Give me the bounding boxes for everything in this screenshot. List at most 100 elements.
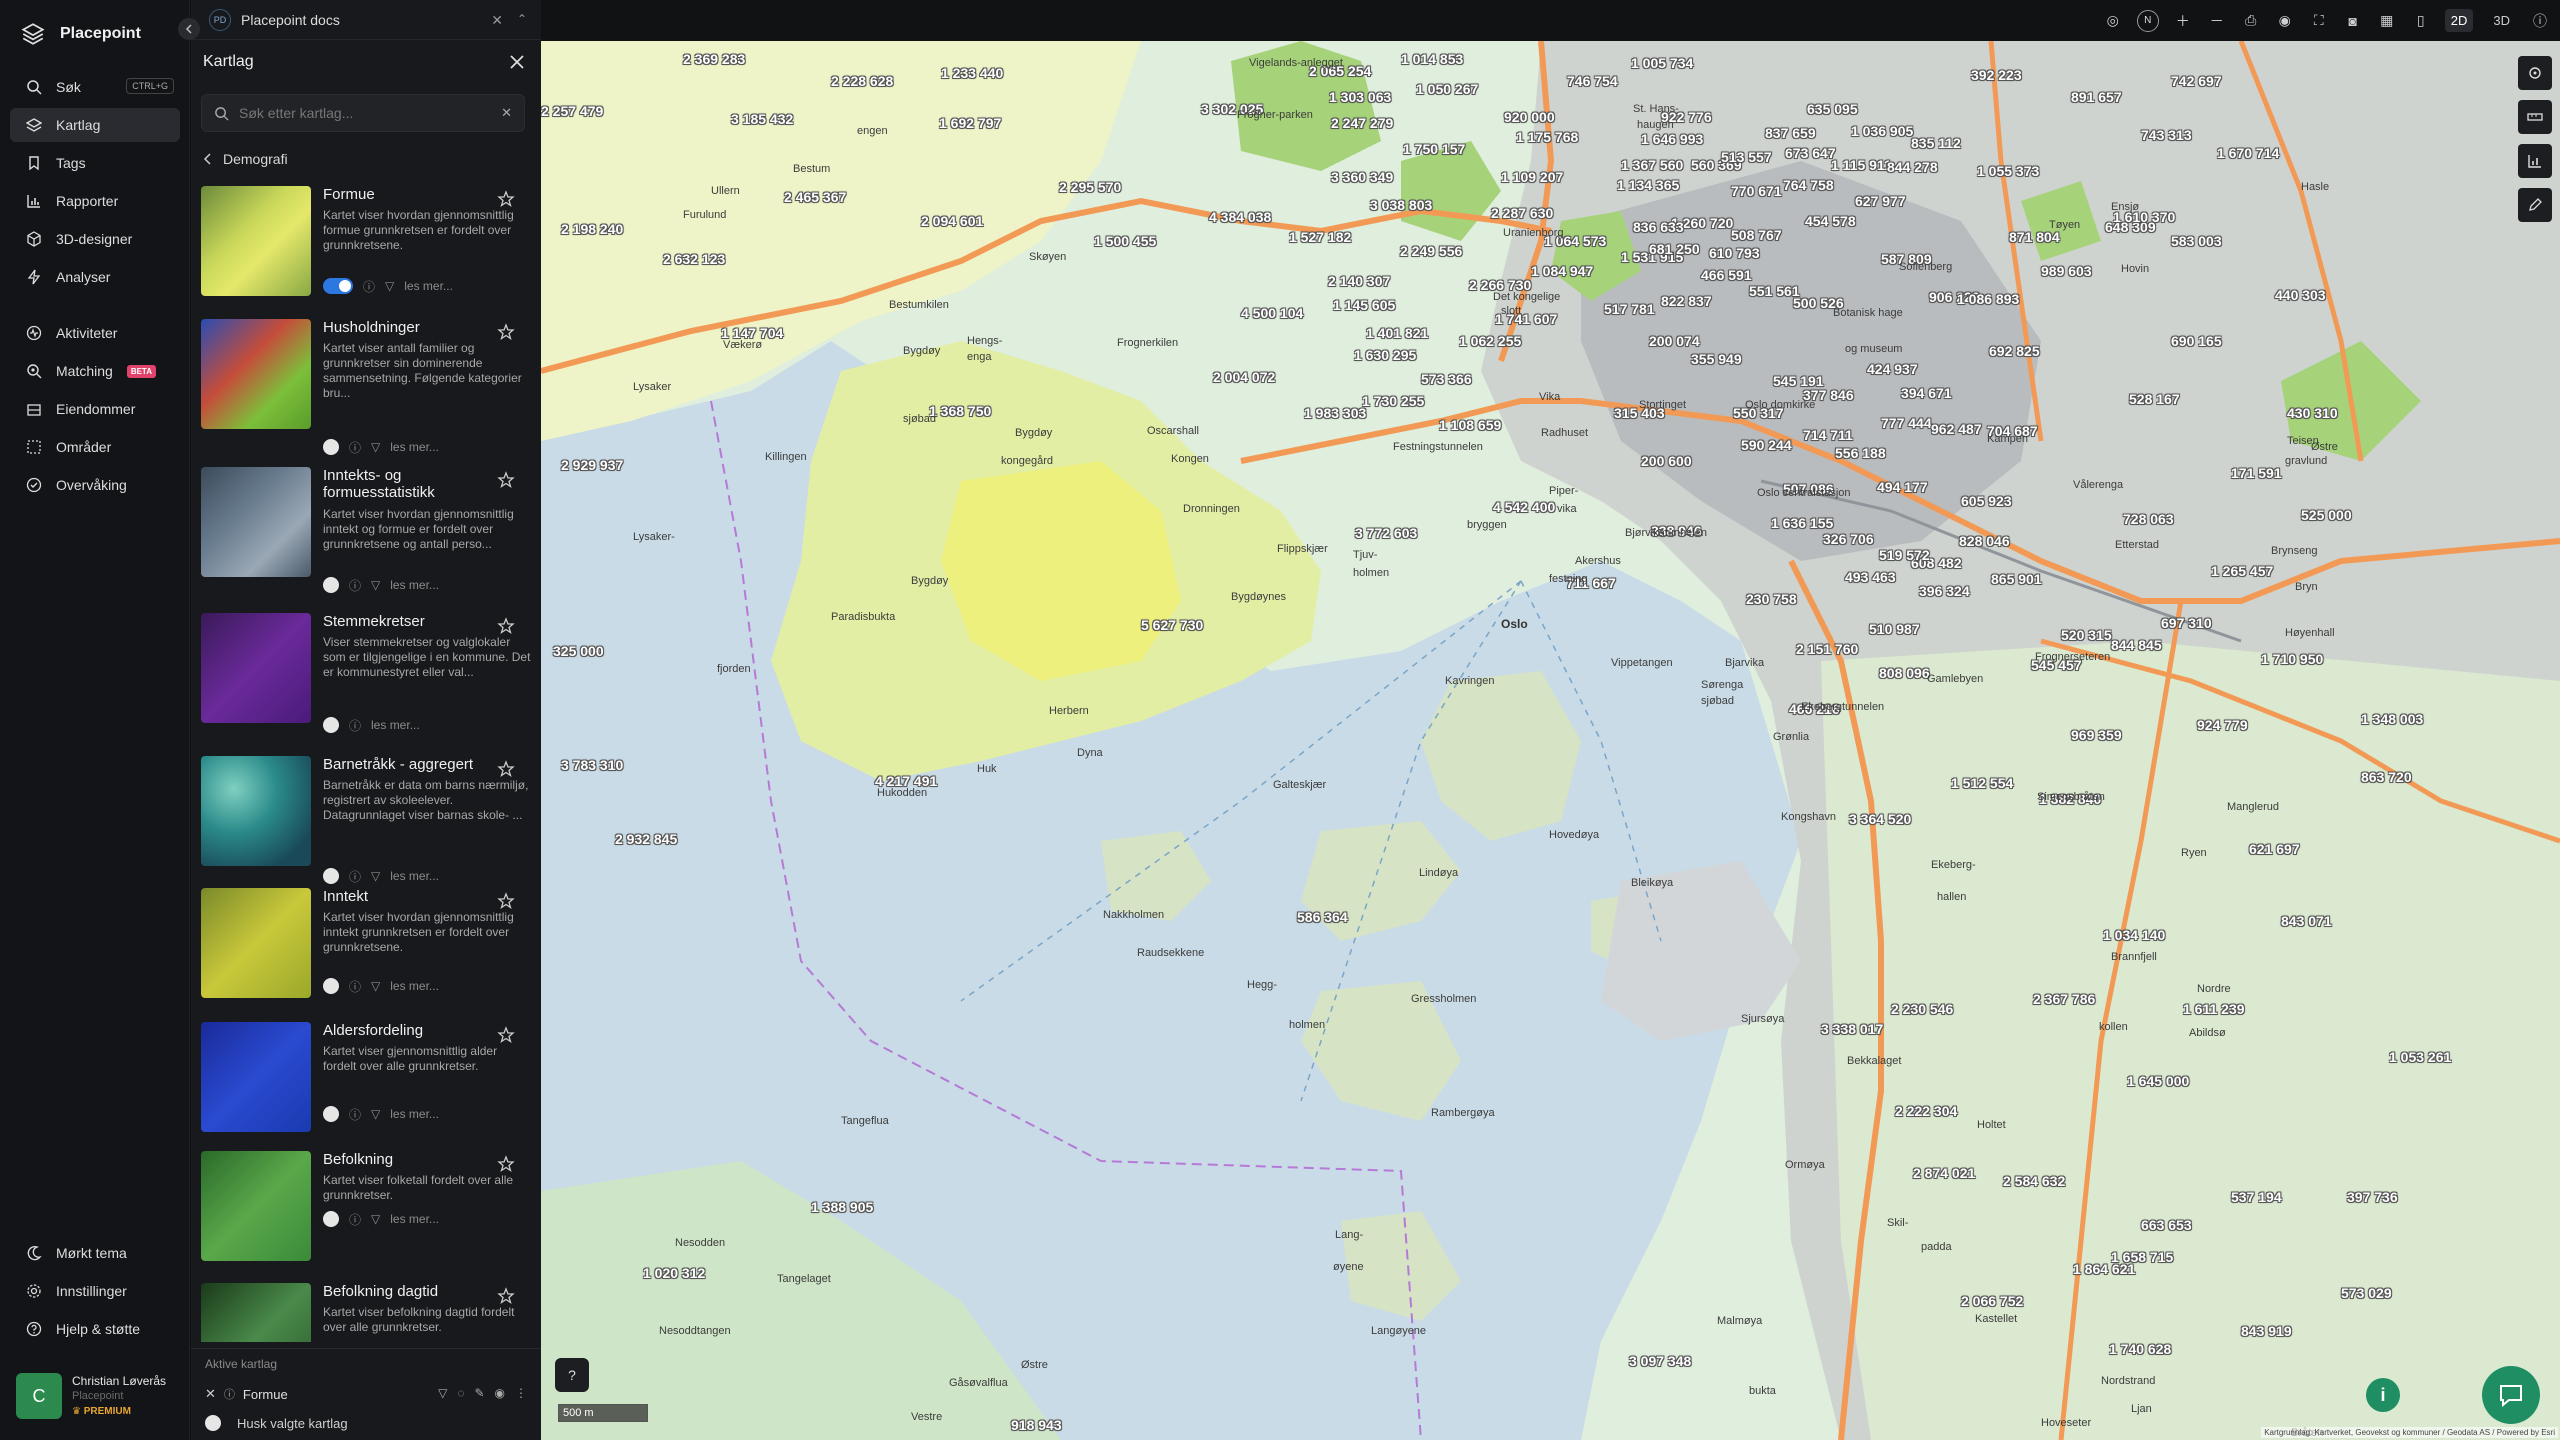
layer-item[interactable]: Befolkning dagtid Kartet viser befolkning… xyxy=(201,1283,531,1342)
info-button[interactable]: i xyxy=(2366,1378,2400,1412)
workspace-context[interactable]: PD Placepoint docs ✕ ⌃ xyxy=(191,0,541,40)
read-more-link[interactable]: les mer... xyxy=(390,440,439,454)
info-icon[interactable]: ⓘ xyxy=(363,278,375,295)
info-icon[interactable]: ⓘ xyxy=(2530,11,2550,31)
mode-2d-button[interactable]: 2D xyxy=(2444,9,2474,32)
map-help-button[interactable]: ? xyxy=(555,1358,589,1392)
layer-item[interactable]: Inntekts- og formuesstatistikk Kartet vis… xyxy=(201,467,531,600)
edit-icon[interactable]: ✎ xyxy=(474,1386,484,1400)
info-icon[interactable]: ⓘ xyxy=(349,978,361,995)
read-more-link[interactable]: les mer... xyxy=(371,718,420,732)
nav-item-omrader[interactable]: Områder xyxy=(10,430,180,464)
nav-item-matching[interactable]: Matching BETA xyxy=(10,354,180,388)
nav-item-rapporter[interactable]: Rapporter xyxy=(10,184,180,218)
favorite-star-icon[interactable] xyxy=(497,760,515,778)
nav-item-search[interactable]: Søk CTRL+G xyxy=(10,70,180,104)
layer-item[interactable]: Inntekt Kartet viser hvordan gjennomsnitt… xyxy=(201,888,531,1021)
map-canvas[interactable]: 2 369 283 2 228 628 1 233 440 2 257 479 3 18… xyxy=(541,41,2560,1440)
filter-icon[interactable]: ▽ xyxy=(371,869,380,883)
layer-toggle[interactable] xyxy=(323,978,339,994)
nav-item-analyser[interactable]: Analyser xyxy=(10,260,180,294)
info-icon[interactable]: ⓘ xyxy=(349,1106,361,1123)
info-icon[interactable]: ⓘ xyxy=(349,439,361,456)
read-more-link[interactable]: les mer... xyxy=(390,979,439,993)
chat-button[interactable] xyxy=(2482,1366,2540,1424)
favorite-star-icon[interactable] xyxy=(497,892,515,910)
remove-layer-icon[interactable]: ✕ xyxy=(205,1386,216,1402)
layer-toggle[interactable] xyxy=(323,1106,339,1122)
layer-item[interactable]: Husholdninger Kartet viser antall familie… xyxy=(201,319,531,455)
close-icon[interactable]: ✕ xyxy=(491,12,503,29)
favorite-star-icon[interactable] xyxy=(497,1026,515,1044)
favorite-star-icon[interactable] xyxy=(497,323,515,341)
layer-toggle[interactable] xyxy=(323,717,339,733)
collapse-panel-button[interactable] xyxy=(178,18,200,40)
favorite-star-icon[interactable] xyxy=(497,190,515,208)
read-more-link[interactable]: les mer... xyxy=(390,1212,439,1226)
layer-item[interactable]: Aldersfordeling Kartet viser gjennomsnitt… xyxy=(201,1022,531,1155)
filter-icon[interactable]: ▽ xyxy=(371,1212,380,1226)
favorite-star-icon[interactable] xyxy=(497,617,515,635)
user-profile[interactable]: C Christian Løverås Placepoint ♛ PREMIUM xyxy=(16,1370,181,1422)
filter-icon[interactable]: ▽ xyxy=(371,1107,380,1121)
layer-toggle[interactable] xyxy=(323,1211,339,1227)
favorite-star-icon[interactable] xyxy=(497,1155,515,1173)
brand[interactable]: Placepoint xyxy=(20,20,141,48)
mode-3d-button[interactable]: 3D xyxy=(2487,9,2516,32)
layer-item[interactable]: Formue Kartet viser hvordan gjennomsnittl… xyxy=(201,186,531,319)
filter-icon[interactable]: ▽ xyxy=(385,279,394,293)
filter-icon[interactable]: ▽ xyxy=(371,979,380,993)
zoom-in-icon[interactable]: ＋ xyxy=(2173,11,2193,31)
info-icon[interactable]: ⓘ xyxy=(349,868,361,885)
close-panel-icon[interactable] xyxy=(507,52,527,72)
breadcrumb[interactable]: Demografi xyxy=(203,148,288,170)
camera-icon[interactable]: ◙ xyxy=(2343,11,2363,31)
eye-icon[interactable]: ◉ xyxy=(2275,11,2295,31)
nav-item-3d-designer[interactable]: 3D-designer xyxy=(10,222,180,256)
north-compass[interactable]: N xyxy=(2136,9,2159,32)
layers-stack-icon[interactable]: ◎ xyxy=(2103,11,2123,31)
nav-item-eiendommer[interactable]: Eiendommer xyxy=(10,392,180,426)
layer-toggle[interactable] xyxy=(323,278,353,294)
map-tool-ruler[interactable] xyxy=(2518,100,2552,134)
bookmark-icon[interactable]: ▯ xyxy=(2411,11,2431,31)
print-icon[interactable]: ⎙ xyxy=(2241,11,2261,31)
layer-search-input[interactable] xyxy=(239,105,489,121)
fullscreen-icon[interactable]: ⛶ xyxy=(2309,11,2329,31)
grid-icon[interactable]: ▦ xyxy=(2377,11,2397,31)
nav-item-tags[interactable]: Tags xyxy=(10,146,180,180)
opacity-icon[interactable]: ◌ xyxy=(457,1386,464,1400)
eye-icon[interactable]: ◉ xyxy=(495,1386,505,1400)
chevron-updown-icon[interactable]: ⌃ xyxy=(517,12,527,26)
info-icon[interactable]: ⓘ xyxy=(224,1386,235,1402)
nav-item-overvaking[interactable]: Overvåking xyxy=(10,468,180,502)
read-more-link[interactable]: les mer... xyxy=(390,869,439,883)
map-tool-draw[interactable] xyxy=(2518,188,2552,222)
filter-icon[interactable]: ▽ xyxy=(438,1386,447,1400)
filter-icon[interactable]: ▽ xyxy=(371,440,380,454)
more-icon[interactable]: ⋮ xyxy=(515,1386,527,1400)
remember-layers[interactable]: Husk valgte kartlag xyxy=(205,1415,348,1431)
favorite-star-icon[interactable] xyxy=(497,1287,515,1305)
clear-search-icon[interactable]: ✕ xyxy=(501,105,512,121)
layer-toggle[interactable] xyxy=(323,868,339,884)
map-tool-measure[interactable] xyxy=(2518,56,2552,90)
layer-toggle[interactable] xyxy=(323,439,339,455)
info-icon[interactable]: ⓘ xyxy=(349,577,361,594)
layer-toggle[interactable] xyxy=(323,577,339,593)
favorite-star-icon[interactable] xyxy=(497,471,515,489)
nav-item-settings[interactable]: Innstillinger xyxy=(10,1274,180,1308)
read-more-link[interactable]: les mer... xyxy=(390,1107,439,1121)
layer-item[interactable]: Stemmekretser Viser stemmekretser og valg… xyxy=(201,613,531,746)
nav-item-aktiviteter[interactable]: Aktiviteter xyxy=(10,316,180,350)
filter-icon[interactable]: ▽ xyxy=(371,578,380,592)
read-more-link[interactable]: les mer... xyxy=(390,578,439,592)
nav-item-help[interactable]: Hjelp & støtte xyxy=(10,1312,180,1346)
map-tool-chart[interactable] xyxy=(2518,144,2552,178)
layer-item[interactable]: Befolkning Kartet viser folketall fordelt… xyxy=(201,1151,531,1284)
remember-toggle[interactable] xyxy=(205,1415,221,1431)
zoom-out-icon[interactable]: － xyxy=(2207,11,2227,31)
info-icon[interactable]: ⓘ xyxy=(349,1211,361,1228)
nav-item-kartlag[interactable]: Kartlag xyxy=(10,108,180,142)
nav-item-dark-theme[interactable]: Mørkt tema xyxy=(10,1236,180,1270)
